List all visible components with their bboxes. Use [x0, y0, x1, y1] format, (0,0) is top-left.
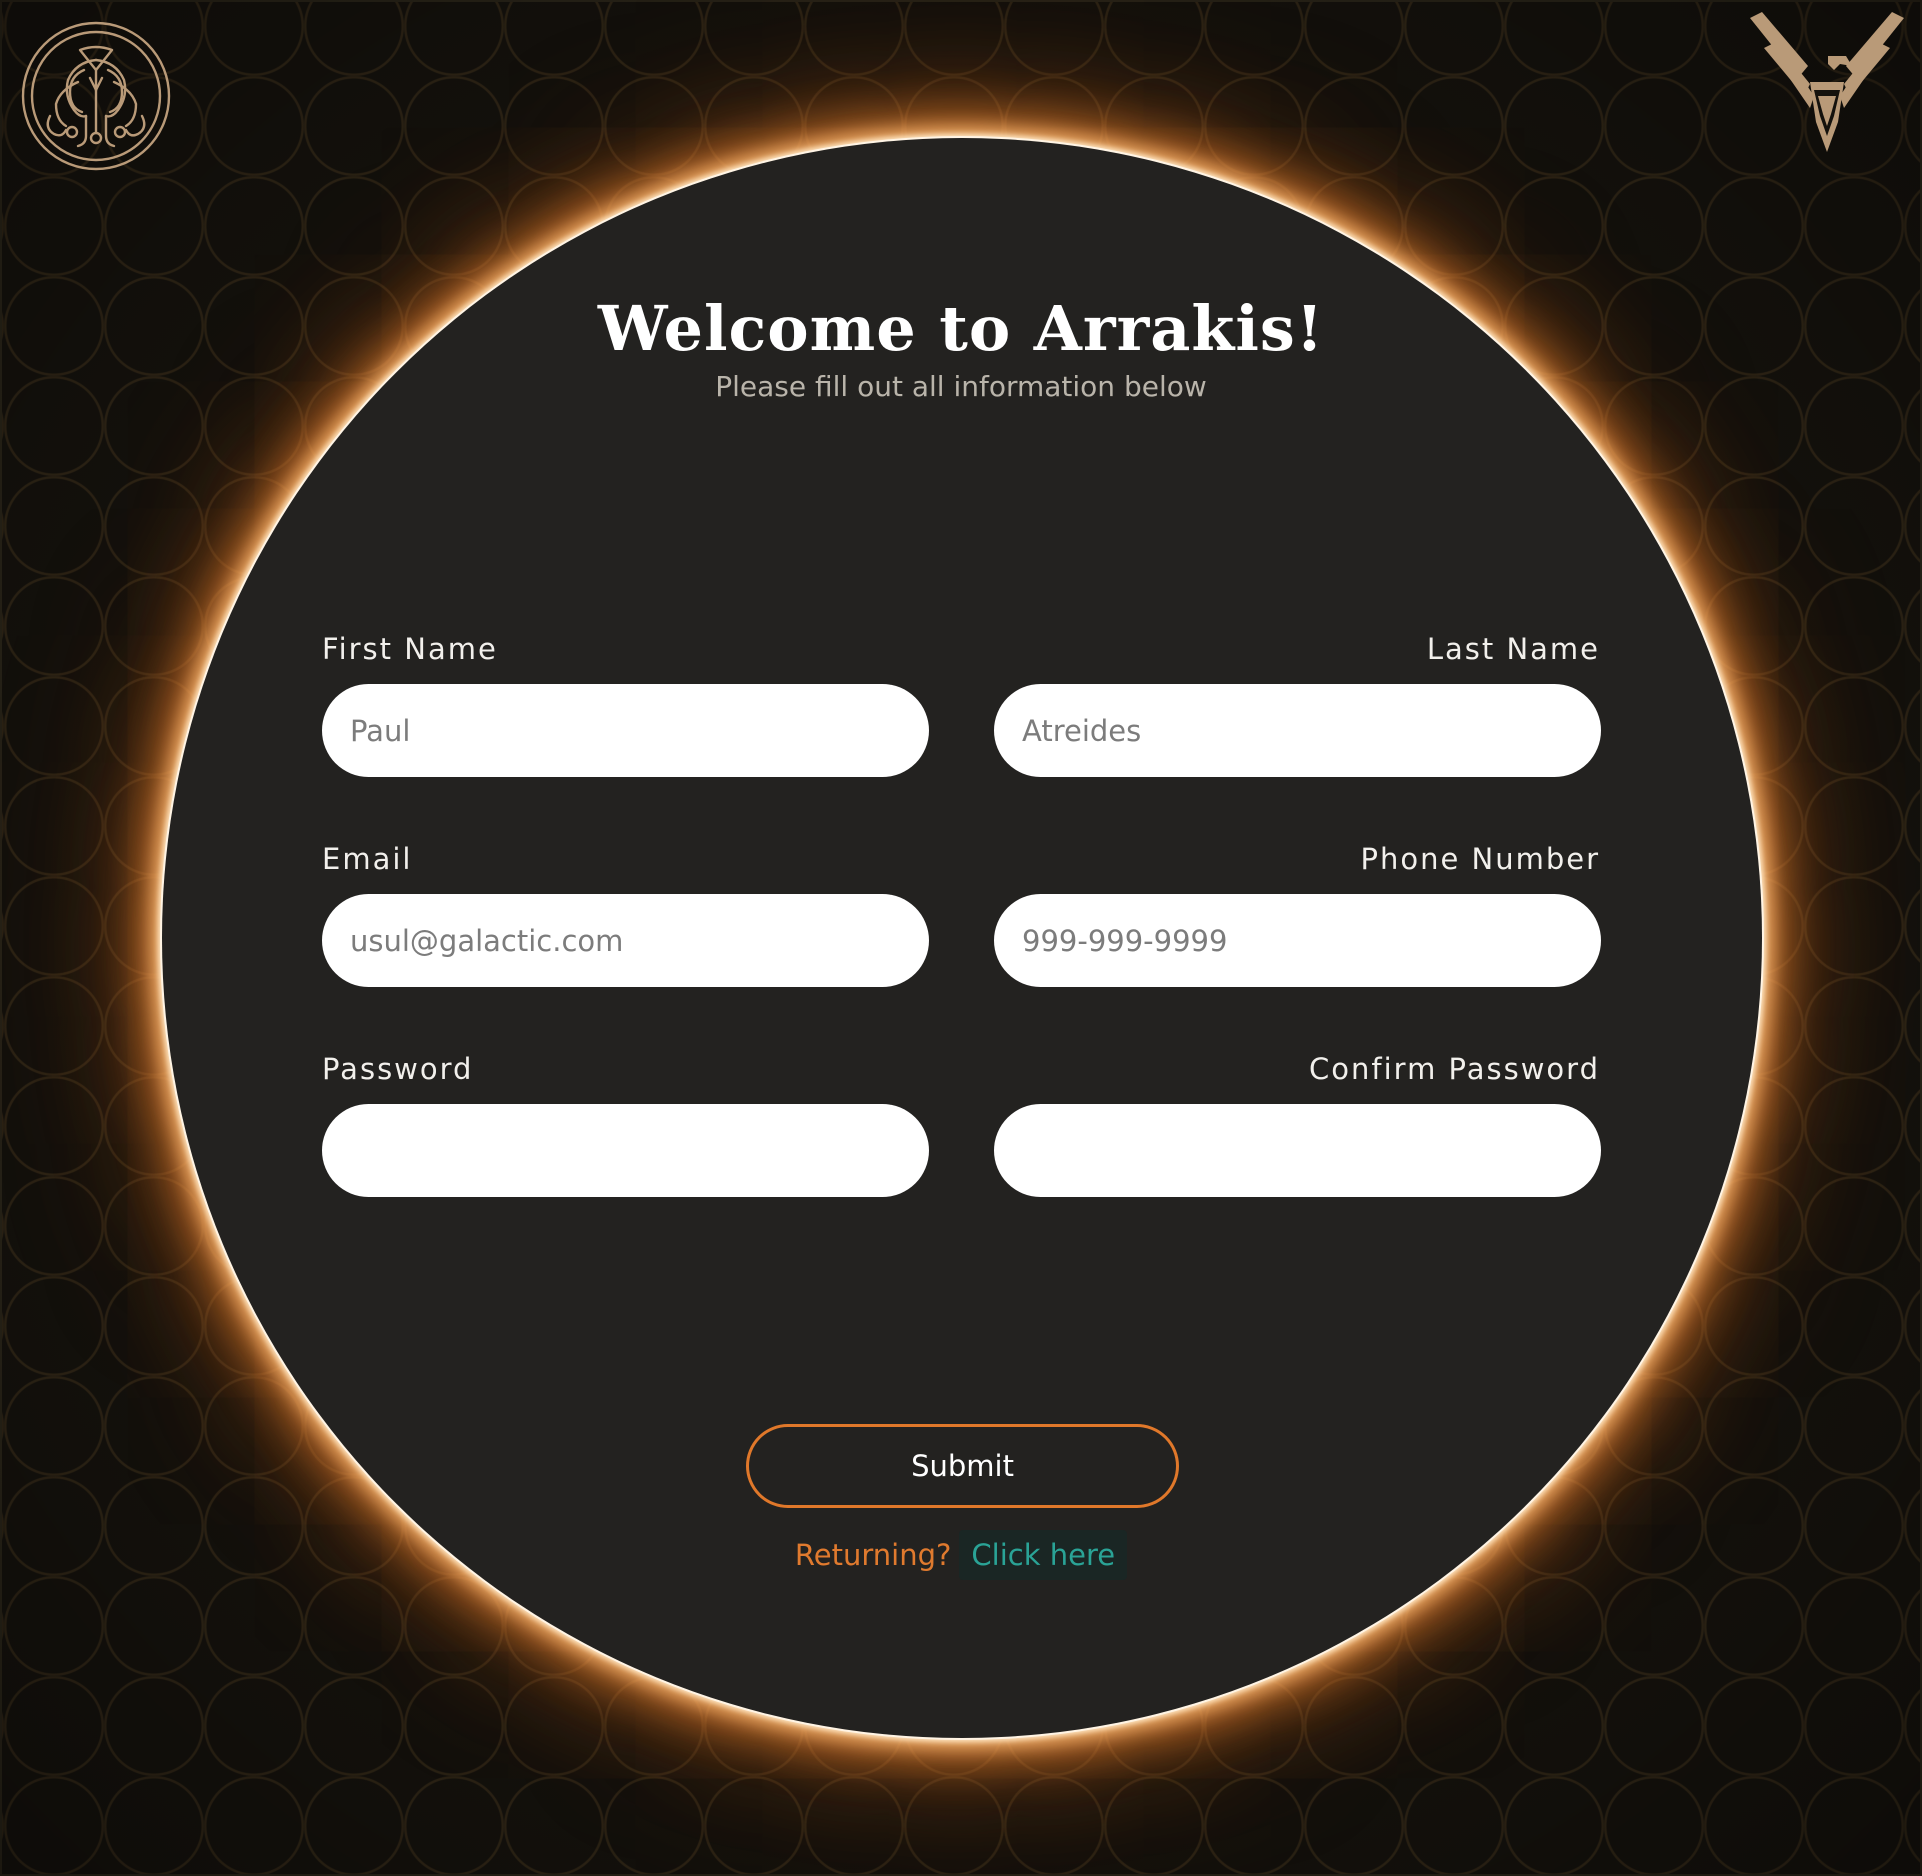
atreides-hawk-seal-icon — [21, 21, 171, 171]
first-name-input[interactable] — [322, 684, 929, 777]
returning-text: Returning? — [794, 1538, 952, 1572]
last-name-input[interactable] — [994, 684, 1601, 777]
email-label: Email — [322, 842, 413, 876]
confirm-password-label: Confirm Password — [1309, 1052, 1600, 1086]
page-title: Welcome to Arrakis! — [597, 292, 1325, 365]
password-input[interactable] — [322, 1104, 929, 1197]
returning-prompt: Returning? Click here — [0, 1530, 1922, 1580]
last-name-label: Last Name — [1426, 632, 1600, 666]
first-name-label: First Name — [322, 632, 498, 666]
login-link[interactable]: Click here — [959, 1530, 1128, 1580]
email-input[interactable] — [322, 894, 929, 987]
phone-label: Phone Number — [1360, 842, 1600, 876]
confirm-password-input[interactable] — [994, 1104, 1601, 1197]
password-label: Password — [322, 1052, 474, 1086]
phone-input[interactable] — [994, 894, 1601, 987]
submit-button[interactable]: Submit — [746, 1424, 1179, 1508]
harkonnen-griffin-icon — [1750, 12, 1904, 152]
page-subtitle: Please fill out all information below — [715, 370, 1207, 403]
